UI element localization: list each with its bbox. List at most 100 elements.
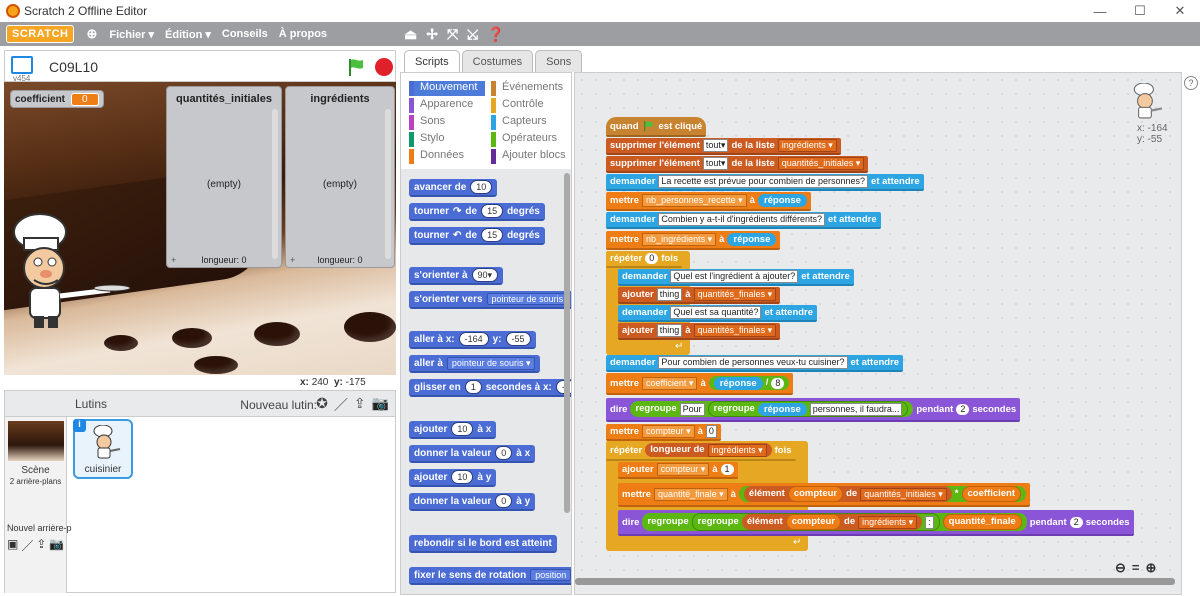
answer-reporter[interactable]: réponse: [713, 376, 763, 390]
block-move[interactable]: avancer de 10: [409, 179, 498, 197]
say-for-secs-block[interactable]: dire regroupe Pour regroupe réponse personn…: [606, 398, 1021, 422]
block-dropdown[interactable]: quantités_initiales ▾: [860, 487, 947, 501]
tab-scripts[interactable]: Scripts: [404, 50, 460, 72]
join-operator[interactable]: regroupe Pour regroupe réponse personnes, i…: [630, 401, 914, 417]
divide-operator[interactable]: réponse/8: [708, 376, 790, 390]
change-counter-block[interactable]: ajouter compteur ▾ à 1: [618, 462, 738, 479]
ask-block[interactable]: demander Quel est l'ingrédient à ajouter?…: [618, 269, 854, 286]
block-dropdown[interactable]: quantités_finales ▾: [693, 324, 777, 337]
block-input[interactable]: 90▾: [471, 268, 499, 282]
join-operator[interactable]: regroupe réponse personnes, il faudra...: [707, 401, 909, 417]
block-goto[interactable]: aller à pointeur de souris ▾: [409, 355, 541, 373]
scene-column[interactable]: Scène 2 arrière-plans Nouvel arrière-p ▣…: [5, 417, 72, 593]
answer-reporter[interactable]: réponse: [727, 233, 777, 246]
category-operators[interactable]: Opérateurs: [491, 132, 567, 147]
block-input[interactable]: Pour combien de personnes veux-tu cuisin…: [658, 356, 848, 369]
list-length-reporter[interactable]: longueur de ingrédients ▾: [645, 443, 772, 457]
ask-block[interactable]: demander Quel est sa quantité? et attendre: [618, 305, 818, 322]
paint-brush-icon[interactable]: ／: [334, 395, 348, 415]
zoom-in-icon[interactable]: ⊕: [1146, 560, 1157, 576]
when-flag-clicked-block[interactable]: quand est cliqué: [606, 117, 707, 137]
backdrop-upload-icon[interactable]: ⇪: [36, 537, 46, 554]
block-input[interactable]: 0: [645, 253, 659, 264]
block-input[interactable]: 10: [451, 422, 474, 436]
block-turn-left[interactable]: tourner ↶ de 15 degrés: [409, 227, 545, 245]
category-control[interactable]: Contrôle: [491, 98, 567, 113]
block-input[interactable]: Combien y a-t-il d'ingrédients différent…: [658, 213, 826, 226]
category-pen[interactable]: Stylo: [409, 132, 485, 147]
set-variable-block[interactable]: mettre nb_ingrédients ▾ à réponse: [606, 231, 781, 250]
info-icon[interactable]: i: [73, 419, 86, 432]
ask-block[interactable]: demander Pour combien de personnes veux-t…: [606, 355, 904, 372]
join-operator[interactable]: regroupe regroupe élément compteur de ingré…: [642, 513, 1027, 531]
repeat-length-header[interactable]: répéter longueur de ingrédients ▾ fois: [606, 441, 796, 461]
quantity-reporter[interactable]: quantité_finale: [942, 514, 1022, 530]
category-events[interactable]: Événements: [491, 81, 567, 96]
counter-reporter[interactable]: compteur: [785, 514, 842, 530]
block-input[interactable]: 0: [495, 446, 513, 460]
delete-tool-icon[interactable]: ✢: [426, 26, 438, 43]
block-input[interactable]: 1: [464, 380, 482, 394]
block-dropdown[interactable]: pointeur de souris ▾: [446, 356, 536, 370]
upload-icon[interactable]: ⇪: [354, 395, 366, 415]
block-change-x[interactable]: ajouter 10 à x: [409, 421, 497, 439]
block-dropdown[interactable]: ingrédients ▾: [777, 139, 837, 152]
block-point-towards[interactable]: s'orienter vers pointeur de souris: [409, 291, 571, 309]
answer-reporter[interactable]: réponse: [757, 194, 807, 207]
set-variable-block[interactable]: mettre nb_personnes_recette ▾ à réponse: [606, 192, 811, 211]
block-input[interactable]: :: [925, 515, 934, 529]
zoom-out-icon[interactable]: ⊖: [1115, 560, 1126, 576]
backdrop-library-icon[interactable]: ▣: [7, 537, 18, 554]
category-sound[interactable]: Sons: [409, 115, 485, 130]
block-dropdown[interactable]: nb_personnes_recette ▾: [642, 194, 747, 207]
block-input[interactable]: 10: [451, 470, 474, 484]
ask-block[interactable]: demander La recette est prévue pour combi…: [606, 174, 924, 191]
help-icon[interactable]: ?: [1184, 76, 1198, 90]
menu-about[interactable]: À propos: [279, 28, 327, 40]
block-turn-right[interactable]: tourner ↷ de 15 degrés: [409, 203, 545, 221]
block-input[interactable]: 1: [720, 464, 734, 475]
repeat-header[interactable]: répéter 0 fois: [606, 251, 683, 268]
category-looks[interactable]: Apparence: [409, 98, 485, 113]
category-motion[interactable]: Mouvement: [409, 81, 485, 96]
block-input[interactable]: personnes, il faudra...: [809, 402, 903, 416]
block-input[interactable]: 0: [495, 494, 513, 508]
block-rotation-style[interactable]: fixer le sens de rotation position: [409, 567, 571, 585]
scene-thumbnail[interactable]: [8, 421, 64, 461]
minimize-icon[interactable]: —: [1080, 0, 1120, 22]
block-change-y[interactable]: ajouter 10 à y: [409, 469, 497, 487]
list-monitor-quantites-initiales[interactable]: quantités_initiales (empty) + longueur: …: [166, 86, 282, 268]
scripts-horizontal-scrollbar[interactable]: [575, 578, 1175, 585]
item-of-list-reporter[interactable]: élément compteur de quantités_initiales ▾: [743, 486, 952, 502]
block-input[interactable]: thing: [656, 288, 683, 301]
fullscreen-icon[interactable]: [11, 56, 33, 74]
block-input[interactable]: 0: [705, 425, 717, 438]
block-input[interactable]: 15: [481, 204, 504, 218]
help-tool-icon[interactable]: ❓: [487, 26, 504, 43]
block-dropdown[interactable]: ingrédients ▾: [858, 515, 918, 529]
palette-scrollbar[interactable]: [564, 173, 570, 513]
delete-list-block[interactable]: supprimer l'élément tout▾ de la liste quant…: [606, 156, 869, 173]
shrink-icon[interactable]: ⤩: [467, 26, 478, 43]
counter-reporter[interactable]: compteur: [787, 486, 844, 502]
block-dropdown[interactable]: ingrédients ▾: [707, 443, 767, 457]
coefficient-reporter[interactable]: coefficient: [961, 486, 1022, 502]
block-dropdown[interactable]: quantités_initiales ▾: [777, 157, 865, 170]
set-quantity-block[interactable]: mettre quantité_finale ▾ à élément compteur…: [618, 483, 1031, 507]
stage[interactable]: coefficient 0 quantités_initiales (empty…: [4, 82, 396, 375]
menu-edit[interactable]: Édition ▾: [165, 28, 211, 41]
delete-list-block[interactable]: supprimer l'élément tout▾ de la liste ingré…: [606, 138, 841, 155]
block-input[interactable]: 8: [771, 377, 785, 389]
add-to-list-block[interactable]: ajouter thing à quantités_finales ▾: [618, 323, 781, 340]
block-glide[interactable]: glisser en1secondes à x:-1: [409, 379, 571, 397]
set-coefficient-block[interactable]: mettre coefficient ▾ à réponse/8: [606, 373, 794, 395]
tab-costumes[interactable]: Costumes: [461, 50, 534, 72]
close-icon[interactable]: ✕: [1160, 0, 1200, 22]
stop-icon[interactable]: [375, 58, 393, 76]
block-point-direction[interactable]: s'orienter à 90▾: [409, 267, 504, 285]
category-sensing[interactable]: Capteurs: [491, 115, 567, 130]
block-input[interactable]: La recette est prévue pour combien de pe…: [658, 175, 869, 188]
set-counter-block[interactable]: mettre compteur ▾ à 0: [606, 424, 721, 441]
project-name[interactable]: C09L10: [49, 59, 98, 75]
chef-sprite[interactable]: [4, 212, 134, 332]
